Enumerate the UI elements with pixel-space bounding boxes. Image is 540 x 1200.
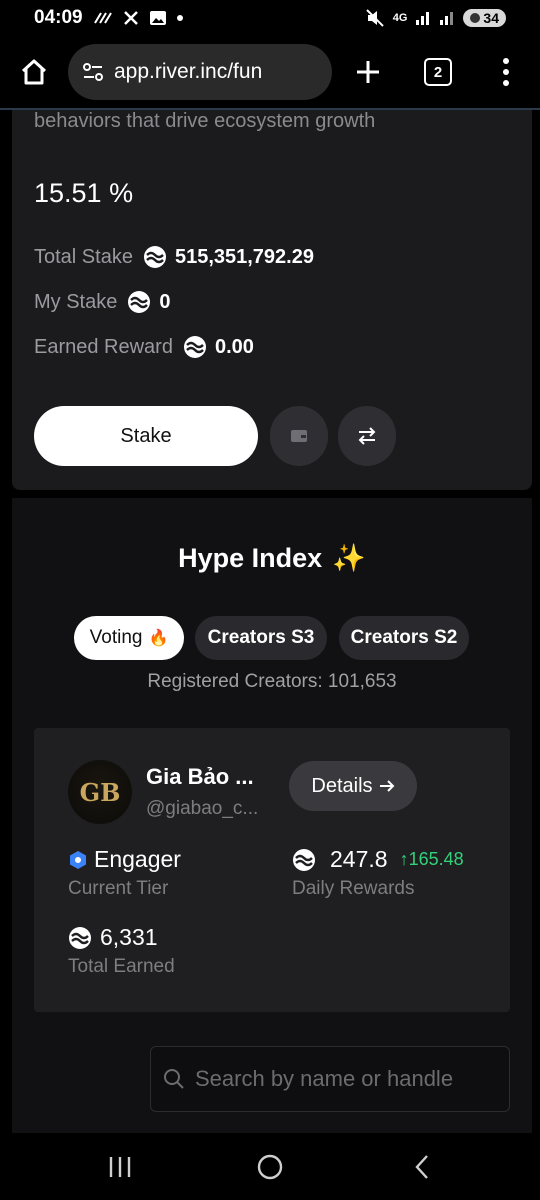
signal-icon <box>416 12 430 25</box>
address-bar[interactable]: app.river.inc/fun <box>68 44 332 100</box>
recents-button[interactable] <box>100 1151 140 1183</box>
battery-level: 34 <box>483 10 499 26</box>
hype-title: Hype Index <box>178 543 323 573</box>
site-settings-icon[interactable] <box>82 62 104 82</box>
tier-label: Current Tier <box>68 878 169 899</box>
tab-voting[interactable]: Voting 🔥 <box>74 616 184 660</box>
notification-dot-icon <box>176 15 183 21</box>
avatar[interactable]: GB <box>68 760 132 824</box>
earned-reward-value: 0.00 <box>214 335 254 358</box>
registered-creators: Registered Creators: 101,653 <box>147 671 397 692</box>
recents-icon <box>109 1157 131 1177</box>
wallet-button[interactable] <box>270 406 328 466</box>
network-type: 4G <box>392 12 408 24</box>
search-input[interactable] <box>195 1066 495 1092</box>
stake-tagline: behaviors that drive ecosystem growth <box>34 110 376 132</box>
river-token-icon <box>69 926 91 949</box>
stake-card: behaviors that drive ecosystem growth 15… <box>12 110 532 490</box>
signal-2-icon <box>440 12 454 25</box>
daily-rewards-delta: ↑165.48 <box>399 849 464 869</box>
arrow-right-icon <box>379 780 394 792</box>
my-stake-row: My Stake 0 <box>34 290 170 314</box>
home-icon <box>21 59 47 85</box>
search-icon <box>164 1069 184 1089</box>
total-stake-label: Total Stake <box>34 245 133 268</box>
my-stake-label: My Stake <box>34 290 118 313</box>
stake-button[interactable]: Stake <box>34 406 258 466</box>
creator-card: GB Gia Bảo ... @giabao_c... Details Enga… <box>34 728 510 1012</box>
river-token-icon <box>128 291 151 313</box>
wallet-icon <box>291 430 307 442</box>
total-stake-value: 515,351,792.29 <box>174 245 314 268</box>
swap-icon <box>358 427 376 445</box>
earned-reward-label: Earned Reward <box>34 335 173 358</box>
fire-icon: 🔥 <box>148 630 169 647</box>
daily-rewards-value: 247.8 <box>330 846 388 872</box>
url-text: app.river.inc/fun <box>114 60 263 83</box>
details-label: Details <box>311 774 373 797</box>
home-button[interactable] <box>16 54 52 90</box>
new-tab-button[interactable] <box>350 54 386 90</box>
back-button[interactable] <box>402 1151 442 1183</box>
x-logo-icon <box>123 11 138 25</box>
daily-rewards-label: Daily Rewards <box>292 878 415 899</box>
status-time: 04:09 <box>34 7 83 28</box>
gallery-icon <box>149 11 166 25</box>
apr-value: 15.51 % <box>34 178 134 208</box>
creator-name: Gia Bảo ... <box>146 764 254 789</box>
total-stake-row: Total Stake 515,351,792.29 <box>34 245 314 269</box>
more-menu-button[interactable] <box>494 54 518 90</box>
creator-handle: @giabao_c... <box>146 798 259 819</box>
status-bar: 04:09 4G 34 <box>0 0 540 36</box>
tab-creators-s3[interactable]: Creators S3 <box>195 616 327 660</box>
hype-title-row: Hype Index ✨ <box>12 542 532 574</box>
tab-switcher-button[interactable]: 2 <box>424 58 452 86</box>
my-stake-value: 0 <box>159 290 171 313</box>
river-token-icon <box>293 848 315 871</box>
browser-toolbar: app.river.inc/fun 2 <box>0 36 540 108</box>
tab-voting-label: Voting <box>89 627 143 648</box>
river-token-icon <box>183 336 206 358</box>
hype-index-section: Hype Index ✨ Voting 🔥 Creators S3 Creator… <box>12 498 532 1133</box>
back-chevron-icon <box>415 1155 428 1179</box>
mute-icon <box>366 9 384 27</box>
battery-saver-icon <box>470 13 481 23</box>
search-box[interactable] <box>150 1046 510 1112</box>
tab-creators-s2[interactable]: Creators S2 <box>339 616 469 660</box>
total-earned-value: 6,331 <box>100 924 158 950</box>
home-circle-icon <box>257 1154 283 1180</box>
tier-badge-icon <box>70 850 86 869</box>
daily-rewards-row: 247.8 ↑165.48 <box>292 846 464 873</box>
plus-icon <box>357 61 379 83</box>
details-button[interactable]: Details <box>289 761 417 811</box>
river-token-icon <box>143 246 166 268</box>
tier-value: Engager <box>94 846 181 872</box>
earned-reward-row: Earned Reward 0.00 <box>34 335 254 359</box>
battery-indicator: 34 <box>463 9 506 27</box>
sparkle-icon: ✨ <box>332 543 366 573</box>
total-earned-label: Total Earned <box>68 956 175 977</box>
wave-icon <box>93 12 112 24</box>
system-nav-bar <box>0 1133 540 1200</box>
tier-value-row: Engager <box>68 846 181 873</box>
total-earned-row: 6,331 <box>68 924 158 951</box>
swap-button[interactable] <box>338 406 396 466</box>
home-nav-button[interactable] <box>250 1151 290 1183</box>
